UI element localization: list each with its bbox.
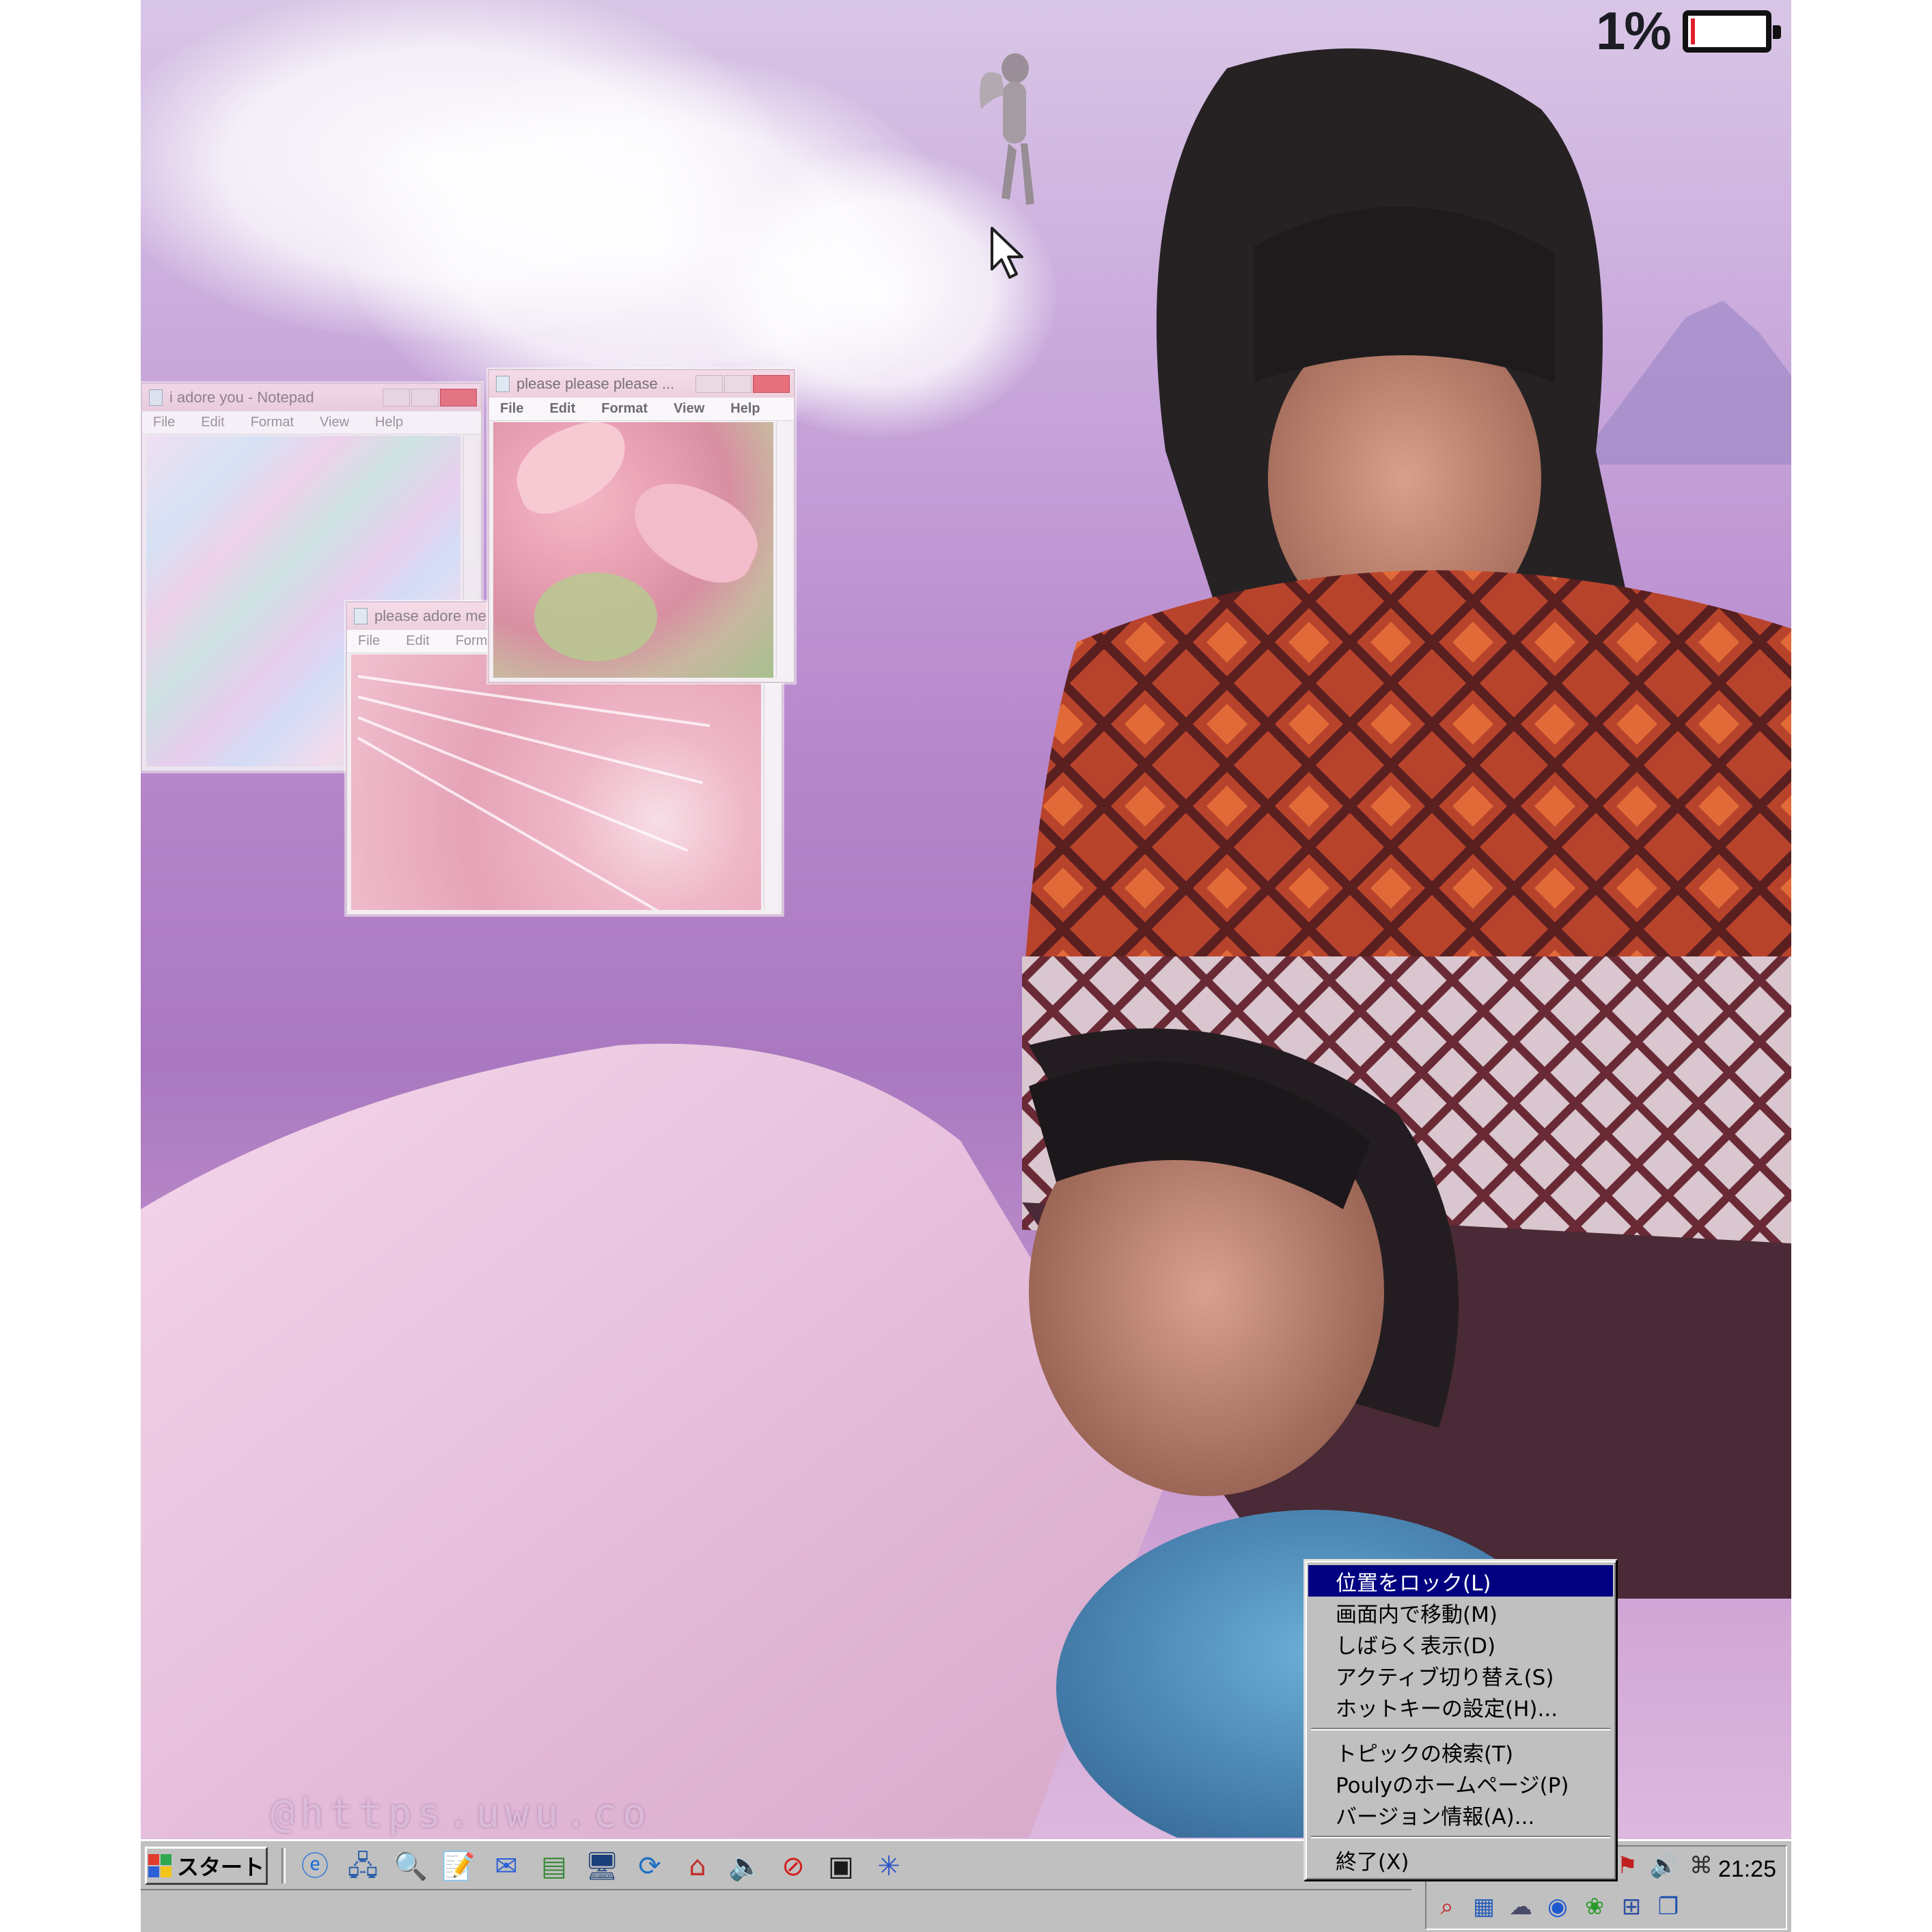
battery-fill [1690, 18, 1695, 44]
menu-item-exit[interactable]: 終了(X) [1308, 1844, 1613, 1875]
notepad-icon[interactable]: 📝 [440, 1848, 477, 1885]
watermark-text: @https.uwu.co [271, 1790, 652, 1836]
maximize-button[interactable] [411, 389, 439, 406]
window-title: please adore me [374, 607, 486, 624]
maximize-button[interactable] [724, 375, 751, 393]
tray-row-bottom: ⌕ ▦ ☁ ◉ ❀ ⊞ ❐ [1431, 1890, 1685, 1923]
close-button[interactable] [440, 389, 477, 406]
vertical-scrollbar[interactable] [776, 422, 791, 678]
home-icon[interactable]: ⌂ [679, 1848, 716, 1885]
leaf-decoration [534, 572, 657, 661]
battery-icon [1682, 10, 1781, 53]
menu-view[interactable]: View [674, 401, 704, 417]
search-icon[interactable]: 🔍 [392, 1848, 429, 1885]
window-titlebar[interactable]: i adore you - Notepad [142, 384, 481, 411]
sparkle-icon[interactable]: ✳ [870, 1848, 907, 1885]
menu-item-version-info[interactable]: バージョン情報(A)... [1308, 1799, 1613, 1830]
notepad-icon [149, 389, 163, 406]
internet-explorer-icon[interactable]: ⓔ [296, 1848, 333, 1885]
minimize-button[interactable] [695, 375, 723, 393]
battery-indicator: 1% [1596, 0, 1781, 62]
menu-help[interactable]: Help [730, 401, 760, 417]
desktop: @https.uwu.co 1% i adore you - Notepad F… [141, 0, 1791, 1932]
menu-separator [1311, 1836, 1610, 1838]
menu-bar: File Edit Format View Help [489, 398, 794, 421]
minimize-button[interactable] [383, 389, 410, 406]
window-title: please please please ... [516, 375, 675, 392]
window-controls [694, 375, 790, 393]
window-content-image [351, 654, 761, 910]
lily-petal-decoration [504, 422, 639, 522]
menu-file[interactable]: File [358, 633, 380, 649]
quick-launch-bar: ⓔ 🖧 🔍 📝 ✉ ▤ 🖥 ⟳ ⌂ 🔈 ⊘ ▣ ✳ [296, 1848, 907, 1885]
menu-item-show-for-a-while[interactable]: しばらく表示(D) [1308, 1628, 1613, 1659]
menu-item-hotkey-settings[interactable]: ホットキーの設定(H)... [1308, 1691, 1613, 1722]
menu-help[interactable]: Help [375, 415, 403, 430]
start-label: スタート [176, 1854, 264, 1880]
speaker-icon[interactable]: 🔈 [727, 1848, 764, 1885]
menu-view[interactable]: View [320, 415, 349, 430]
menu-bar: File Edit Format View Help [142, 411, 481, 434]
menu-file[interactable]: File [153, 415, 175, 430]
volume-icon[interactable]: 🔊 [1648, 1849, 1681, 1882]
menu-item-active-switch[interactable]: アクティブ切り替え(S) [1308, 1659, 1613, 1691]
window-title: i adore you - Notepad [169, 389, 314, 406]
window-controls [381, 389, 477, 406]
eye-icon[interactable]: ◉ [1541, 1890, 1574, 1923]
vertical-scrollbar[interactable] [764, 654, 779, 910]
network-icon[interactable]: 🖧 [344, 1848, 381, 1885]
calculator-icon[interactable]: ▤ [536, 1848, 572, 1885]
search-tray-icon[interactable]: ⌕ [1431, 1890, 1463, 1923]
battery-percent: 1% [1596, 1, 1672, 61]
picture-icon[interactable]: ▦ [1467, 1890, 1500, 1923]
menu-format[interactable]: Format [251, 415, 294, 430]
media-icon[interactable]: ▣ [823, 1848, 859, 1885]
mail-icon[interactable]: ✉ [488, 1848, 525, 1885]
menu-separator [1311, 1728, 1610, 1730]
notepad-icon [496, 376, 510, 392]
tray-row-top: ⚑ 🔊 ⌘ [1611, 1849, 1717, 1882]
leaf-icon[interactable]: ❀ [1578, 1890, 1611, 1923]
window-titlebar[interactable]: please please please ... [489, 370, 794, 398]
menu-edit[interactable]: Edit [549, 401, 575, 417]
monitor-icon[interactable]: 🖥 [583, 1848, 620, 1885]
menu-edit[interactable]: Edit [201, 415, 224, 430]
close-button[interactable] [753, 375, 790, 393]
cloud-icon[interactable]: ☁ [1504, 1890, 1537, 1923]
refresh-icon[interactable]: ⟳ [631, 1848, 668, 1885]
notepad-icon [354, 608, 368, 624]
quick-launch-separator [281, 1848, 286, 1883]
window-content-image [493, 422, 773, 678]
menu-format[interactable]: Format [601, 401, 648, 417]
mouse-icon[interactable]: ⌘ [1685, 1849, 1717, 1882]
menu-item-lock-position[interactable]: 位置をロック(L) [1308, 1565, 1613, 1597]
grid-icon[interactable]: ⊞ [1615, 1890, 1648, 1923]
clock[interactable]: 21:25 [1718, 1856, 1776, 1883]
notepad-window-please-please[interactable]: please please please ... File Edit Forma… [488, 369, 795, 683]
taskbar-task-area [141, 1889, 1411, 1932]
menu-item-move-on-screen[interactable]: 画面内で移動(M) [1308, 1597, 1613, 1628]
menu-edit[interactable]: Edit [406, 633, 429, 649]
start-button[interactable]: スタート [145, 1847, 268, 1885]
windows-logo-icon [148, 1854, 171, 1877]
menu-item-homepage[interactable]: Poulyのホームページ(P) [1308, 1767, 1613, 1799]
no-entry-icon[interactable]: ⊘ [775, 1848, 812, 1885]
menu-item-search-topics[interactable]: トピックの検索(T) [1308, 1736, 1613, 1767]
menu-file[interactable]: File [500, 401, 523, 417]
lily-petal-decoration [618, 467, 771, 596]
tray-context-menu: 位置をロック(L) 画面内で移動(M) しばらく表示(D) アクティブ切り替え(… [1303, 1559, 1618, 1881]
window-icon[interactable]: ❐ [1652, 1890, 1685, 1923]
